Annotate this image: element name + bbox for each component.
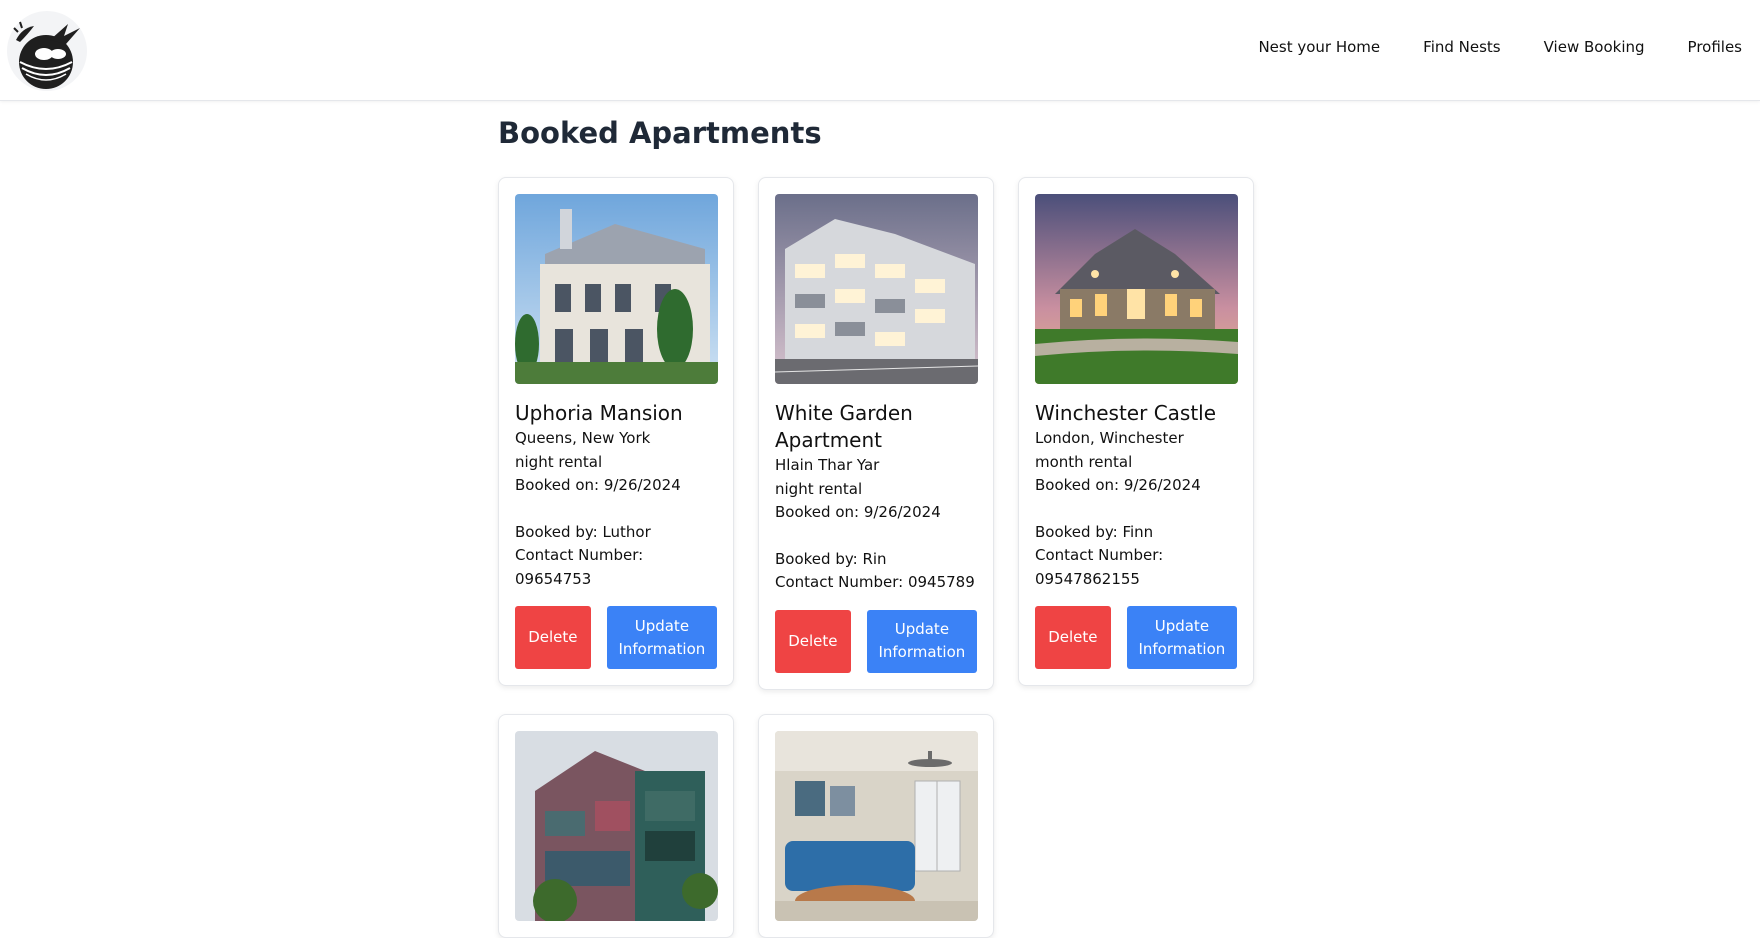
nav-view-booking[interactable]: View Booking [1544,38,1645,56]
update-information-button[interactable]: Update Information [866,609,977,673]
contact-number: Contact Number: 0945789 [775,573,975,591]
booked-on: Booked on: 9/26/2024 [515,476,681,494]
booked-by: Booked by: Rin [775,549,887,568]
booking-card [758,713,994,938]
booked-by: Booked by: Finn [1035,522,1154,541]
booking-card: White Garden Apartment Hlain Thar Yar ni… [758,177,994,690]
navbar: Nest your Home Find Nests View Booking P… [0,0,1760,101]
apartment-name: Winchester Castle [1035,401,1217,425]
contact-number: Contact Number: 09547862155 [1035,546,1164,588]
booking-card [498,713,734,938]
delete-button[interactable]: Delete [775,609,851,673]
rental-type: night rental [775,479,863,498]
apartment-name: White Garden Apartment [775,401,913,452]
contact-number: Contact Number: 09654753 [515,546,644,588]
card-actions: Delete Update Information [515,606,717,669]
delete-button[interactable]: Delete [1035,606,1111,669]
apartment-image [515,730,718,921]
update-information-button[interactable]: Update Information [606,606,717,669]
card-actions: Delete Update Information [1035,606,1237,669]
card-actions: Delete Update Information [775,609,977,673]
apartment-name: Uphoria Mansion [515,401,683,425]
booking-card: Uphoria Mansion Queens, New York night r… [498,177,734,686]
rental-type: month rental [1035,452,1133,471]
nav-links: Nest your Home Find Nests View Booking P… [1258,38,1742,56]
nav-profiles[interactable]: Profiles [1688,38,1742,56]
nest-logo[interactable] [6,10,88,92]
apartment-location: London, Winchester [1035,429,1184,447]
update-information-button[interactable]: Update Information [1126,606,1237,669]
booked-on: Booked on: 9/26/2024 [1035,476,1201,494]
apartment-image [775,194,978,384]
nav-find-nests[interactable]: Find Nests [1423,38,1500,56]
apartment-image [775,730,978,921]
booked-on: Booked on: 9/26/2024 [775,503,941,521]
apartment-location: Hlain Thar Yar [775,456,880,474]
page-title: Booked Apartments [498,116,822,150]
apartment-location: Queens, New York [515,429,651,447]
apartment-image [1035,194,1238,384]
booked-by: Booked by: Luthor [515,522,651,541]
apartment-image [515,194,718,384]
nav-nest-your-home[interactable]: Nest your Home [1258,38,1380,56]
rental-type: night rental [515,452,603,471]
delete-button[interactable]: Delete [515,606,591,669]
booking-card: Winchester Castle London, Winchester mon… [1018,177,1254,686]
bookings-grid: Uphoria Mansion Queens, New York night r… [498,177,1278,938]
